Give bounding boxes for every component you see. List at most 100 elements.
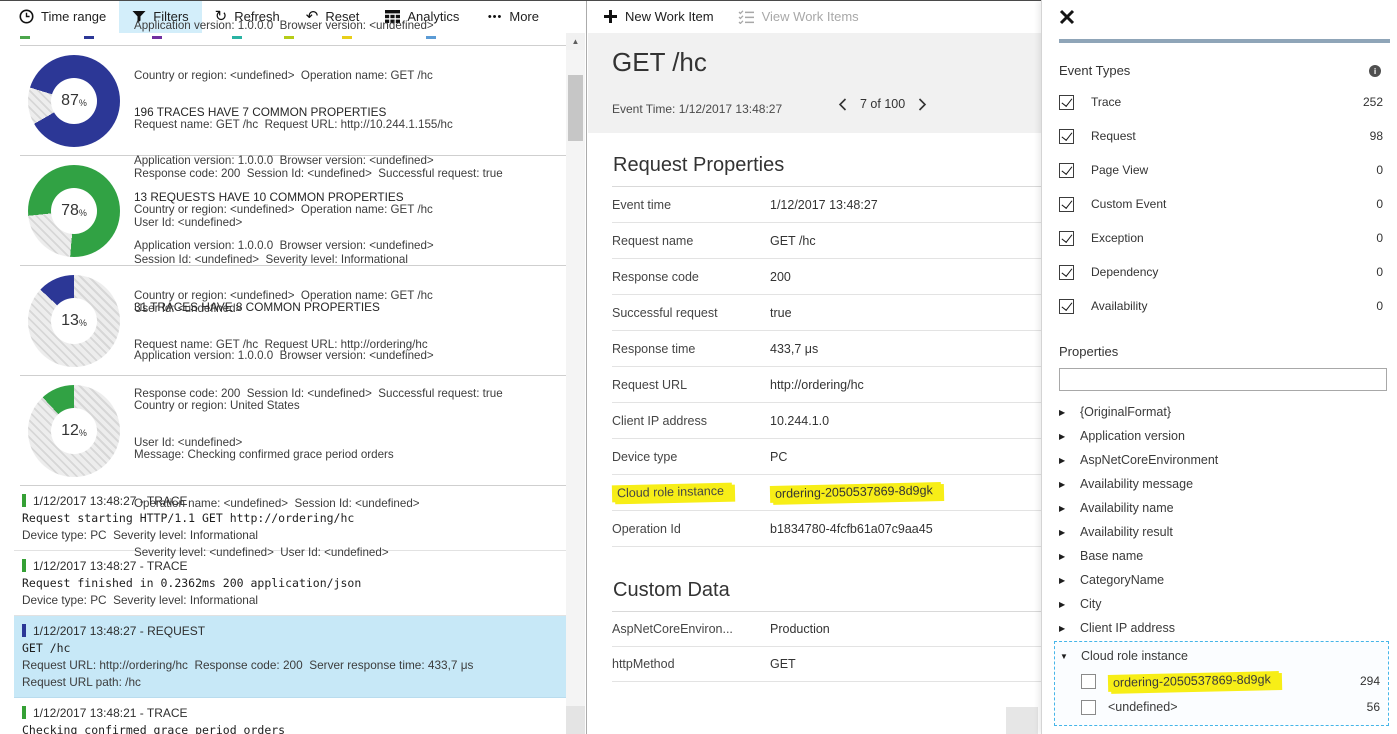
tree-node[interactable]: ▶Client IP address [1059, 616, 1389, 640]
tree-node[interactable]: ▶{OriginalFormat} [1059, 400, 1389, 424]
checkbox-checked[interactable] [1059, 265, 1074, 280]
tree-node-expanded-header[interactable]: ▼Cloud role instance [1060, 644, 1382, 668]
row-value: true [770, 306, 792, 320]
tree-node[interactable]: ▶Availability name [1059, 496, 1389, 520]
tree-node[interactable]: ▶CategoryName [1059, 568, 1389, 592]
log-timestamp: 1/12/2017 13:48:27 - REQUEST [33, 624, 205, 638]
custom-data-heading: Custom Data [613, 579, 1041, 602]
checkbox-checked[interactable] [1059, 129, 1074, 144]
event-type-trace[interactable]: Trace 252 [1059, 85, 1389, 119]
view-work-items-button[interactable]: View Work Items [738, 9, 859, 24]
chevron-right-icon: ▶ [1059, 576, 1069, 585]
yellow-highlight: ordering-2050537869-8d9gk [1108, 671, 1279, 692]
next-event-button[interactable] [918, 98, 927, 111]
chevron-right-icon: ▶ [1059, 504, 1069, 513]
tree-node[interactable]: ▶Base name [1059, 544, 1389, 568]
checkbox-unchecked[interactable] [1081, 700, 1096, 715]
tree-node[interactable]: ▶City [1059, 592, 1389, 616]
common-properties-groups: 87% 85 REQUESTS HAVE 10 COMMON PROPERTIE… [0, 46, 586, 486]
log-message: Request starting HTTP/1.1 GET http://ord… [22, 510, 562, 527]
event-type-list: Trace 252 Request 98 Page View 0 Custom … [1059, 85, 1389, 323]
tree-node[interactable]: ▶Availability message [1059, 472, 1389, 496]
severity-bar [22, 624, 26, 637]
timeline-tick [20, 36, 30, 39]
timeline-tick-strip [0, 33, 586, 42]
checkbox-checked[interactable] [1059, 197, 1074, 212]
checkbox-unchecked[interactable] [1081, 674, 1096, 689]
event-pager: 7 of 100 [838, 97, 927, 111]
row-label: Event time [612, 198, 770, 212]
results-scrollbar[interactable]: ▲ [566, 33, 585, 734]
filters-panel: Event Types i Trace 252 Request 98 Page … [1041, 0, 1397, 734]
event-type-dependency[interactable]: Dependency 0 [1059, 255, 1389, 289]
event-type-custom-event[interactable]: Custom Event 0 [1059, 187, 1389, 221]
time-range-button[interactable]: Time range [6, 0, 119, 33]
value-count: 294 [1360, 674, 1380, 688]
event-detail-panel: New Work Item View Work Items GET /hc Ev… [588, 0, 1041, 734]
percent-unit: % [79, 208, 87, 218]
log-entry-list: 1/12/2017 13:48:27 - TRACE Request start… [0, 486, 586, 734]
checkbox-checked[interactable] [1059, 95, 1074, 110]
tree-node[interactable]: ▶Application version [1059, 424, 1389, 448]
timeline-tick [84, 36, 94, 39]
detail-header: GET /hc Event Time: 1/12/2017 13:48:27 7… [588, 33, 1041, 133]
group-line: Country or region: United States [134, 398, 434, 414]
row-label: Device type [612, 450, 770, 464]
pager-position: 7 of 100 [860, 97, 905, 111]
group-title: 13 REQUESTS HAVE 10 COMMON PROPERTIES [134, 189, 503, 205]
scrollbar-down-button[interactable] [566, 706, 585, 734]
log-entry-request-selected[interactable]: 1/12/2017 13:48:27 - REQUEST GET /hc Req… [14, 616, 570, 698]
log-header: 1/12/2017 13:48:27 - REQUEST [22, 623, 562, 640]
log-entry-trace[interactable]: 1/12/2017 13:48:21 - TRACE Checking conf… [14, 698, 570, 734]
event-types-heading: Event Types [1059, 63, 1130, 78]
checkbox-checked[interactable] [1059, 299, 1074, 314]
log-detail: Request URL path: /hc [22, 674, 562, 691]
table-row: Event time 1/12/2017 13:48:27 [612, 187, 1041, 223]
donut-center: 87% [51, 78, 97, 124]
properties-search-input[interactable] [1059, 368, 1387, 391]
event-type-exception[interactable]: Exception 0 [1059, 221, 1389, 255]
new-work-item-button[interactable]: New Work Item [604, 9, 714, 24]
event-type-request[interactable]: Request 98 [1059, 119, 1389, 153]
checkbox-checked[interactable] [1059, 231, 1074, 246]
chevron-down-icon: ▼ [1060, 652, 1070, 661]
donut-center: 78% [51, 188, 97, 234]
scrollbar-thumb[interactable] [568, 75, 583, 141]
row-value: GET [770, 657, 796, 671]
table-row-cloud-role-instance: Cloud role instance ordering-2050537869-… [612, 475, 1041, 511]
log-timestamp: 1/12/2017 13:48:21 - TRACE [33, 706, 188, 720]
percent-unit: % [79, 428, 87, 438]
search-results-panel: Time range Filters ↻ Refresh ↶ Reset Ana… [0, 0, 587, 734]
donut-center: 13% [51, 298, 97, 344]
row-value: PC [770, 450, 787, 464]
event-type-availability[interactable]: Availability 0 [1059, 289, 1389, 323]
tree-node[interactable]: ▶Availability result [1059, 520, 1389, 544]
group-line: Message: Checking confirmed grace period… [134, 447, 434, 463]
checklist-icon [738, 10, 754, 24]
info-icon[interactable]: i [1369, 65, 1381, 77]
event-type-page-view[interactable]: Page View 0 [1059, 153, 1389, 187]
tree-child-value[interactable]: <undefined> 56 [1060, 694, 1382, 720]
timeline-tick [232, 36, 242, 39]
percent-value: 78 [61, 202, 79, 220]
tree-node[interactable]: ▶ContentType [1059, 728, 1389, 734]
filters-content: Event Types i Trace 252 Request 98 Page … [1059, 52, 1389, 734]
tree-node[interactable]: ▶AspNetCoreEnvironment [1059, 448, 1389, 472]
table-row: Successful request true [612, 295, 1041, 331]
close-filters-button[interactable] [1058, 8, 1078, 28]
checkbox-checked[interactable] [1059, 163, 1074, 178]
row-value: 200 [770, 270, 791, 284]
request-properties-heading: Request Properties [613, 154, 1041, 177]
table-row: Response time 433,7 μs [612, 331, 1041, 367]
previous-event-button[interactable] [838, 98, 847, 111]
scrollbar-up-arrow[interactable]: ▲ [566, 33, 585, 50]
donut-chart-87pct: 87% [28, 55, 120, 147]
severity-bar [22, 706, 26, 719]
row-value: GET /hc [770, 234, 816, 248]
detail-scrollbar-corner[interactable] [1004, 705, 1038, 734]
table-row: Operation Id b1834780-4fcfb61a07c9aa45 [612, 511, 1041, 547]
detail-content: Request Properties Event time 1/12/2017 … [588, 154, 1041, 682]
tree-child-value[interactable]: ordering-2050537869-8d9gk 294 [1060, 668, 1382, 694]
donut-chart-13pct: 13% [28, 275, 120, 367]
clock-icon [19, 9, 34, 24]
